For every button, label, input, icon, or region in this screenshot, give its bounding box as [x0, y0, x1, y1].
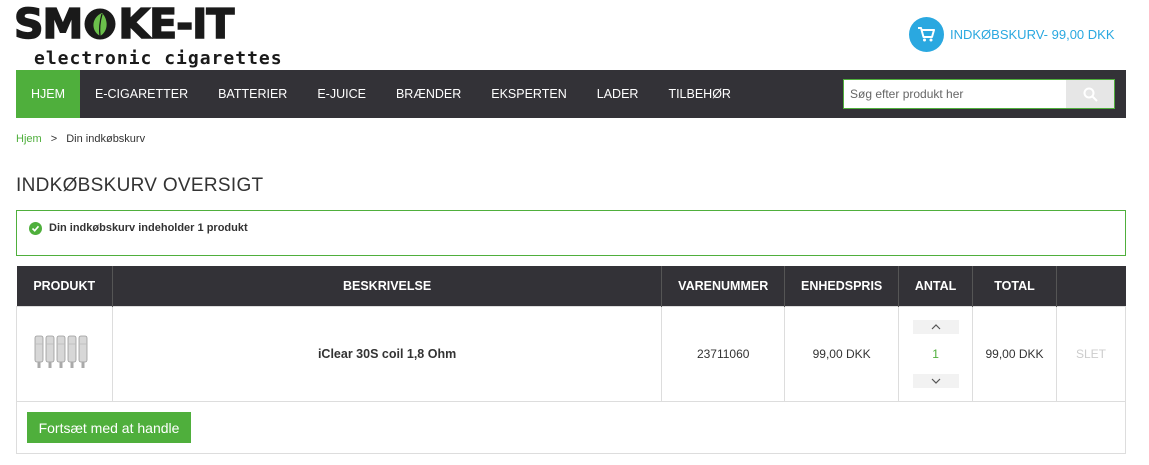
quantity-increase-button[interactable]	[912, 319, 959, 334]
column-header-total: TOTAL	[972, 266, 1057, 306]
search-input[interactable]	[844, 80, 1066, 108]
unit-price-cell: 99,00 DKK	[784, 305, 900, 402]
total-cell: 99,00 DKK	[972, 305, 1057, 402]
cart-notice: Din indkøbskurv indeholder 1 produkt	[16, 210, 1126, 256]
delete-cell: SLET	[1055, 305, 1127, 402]
sku-cell: 23711060	[661, 305, 786, 402]
nav-item-eksperten[interactable]: EKSPERTEN	[476, 70, 582, 118]
logo-tagline: electronic cigarettes	[34, 48, 283, 69]
nav-item-e-cigaretter[interactable]: E-CIGARETTER	[80, 70, 203, 118]
notice-text: Din indkøbskurv indeholder 1 produkt	[49, 222, 248, 234]
cart-summary-link[interactable]: INDKØBSKURV- 99,00 DKK	[909, 17, 1115, 52]
product-description-cell: iClear 30S coil 1,8 Ohm	[111, 305, 663, 402]
product-image-cell	[16, 305, 113, 402]
nav-item-braender[interactable]: BRÆNDER	[381, 70, 476, 118]
column-header-enhedspris: ENHEDSPRIS	[784, 266, 900, 306]
page-title: INDKØBSKURV OVERSIGT	[16, 175, 264, 196]
chevron-up-icon	[931, 323, 941, 329]
column-header-varenummer: VARENUMMER	[661, 266, 786, 306]
search-box	[843, 79, 1115, 109]
column-header-beskrivelse: BESKRIVELSE	[112, 266, 663, 306]
check-circle-icon	[29, 222, 42, 235]
nav-item-hjem[interactable]: HJEM	[16, 70, 81, 118]
column-header-actions	[1056, 266, 1126, 306]
nav-item-tilbehoer[interactable]: TILBEHØR	[653, 70, 746, 118]
column-header-antal: ANTAL	[898, 266, 974, 306]
logo-leaf-icon	[84, 8, 116, 40]
column-header-produkt: PRODUKT	[16, 266, 113, 306]
breadcrumb-home-link[interactable]: Hjem	[16, 133, 42, 145]
table-header-row: PRODUKT BESKRIVELSE VARENUMMER ENHEDSPRI…	[16, 266, 1126, 306]
delete-button[interactable]: SLET	[1076, 347, 1106, 361]
logo-wordmark: SM KE-IT	[13, 0, 235, 48]
search-button[interactable]	[1066, 80, 1114, 108]
table-row: iClear 30S coil 1,8 Ohm 23711060 99,00 D…	[16, 305, 1127, 402]
cart-actions-row: Fortsæt med at handle	[16, 401, 1126, 454]
main-navigation: HJEM E-CIGARETTER BATTERIER E-JUICE BRÆN…	[16, 70, 1126, 118]
breadcrumb-separator: >	[50, 133, 58, 145]
coil-pack-image[interactable]	[33, 332, 95, 372]
search-icon	[1083, 87, 1098, 102]
cart-total-label: INDKØBSKURV- 99,00 DKK	[950, 27, 1115, 42]
quantity-value[interactable]: 1	[932, 347, 939, 361]
breadcrumb-current: Din indkøbskurv	[66, 133, 146, 145]
shopping-cart-icon	[909, 17, 944, 52]
nav-item-lader[interactable]: LADER	[582, 70, 654, 118]
breadcrumb: Hjem > Din indkøbskurv	[16, 133, 145, 145]
nav-item-e-juice[interactable]: E-JUICE	[302, 70, 381, 118]
quantity-cell: 1	[898, 305, 974, 402]
cart-table: PRODUKT BESKRIVELSE VARENUMMER ENHEDSPRI…	[16, 266, 1127, 402]
product-name-link[interactable]: iClear 30S coil 1,8 Ohm	[318, 347, 456, 361]
continue-shopping-button[interactable]: Fortsæt med at handle	[27, 412, 191, 443]
quantity-decrease-button[interactable]	[912, 373, 959, 388]
site-logo[interactable]: SM KE-IT electronic cigarettes	[13, 0, 324, 69]
chevron-down-icon	[931, 378, 941, 384]
nav-item-batterier[interactable]: BATTERIER	[203, 70, 302, 118]
quantity-stepper: 1	[899, 319, 972, 388]
